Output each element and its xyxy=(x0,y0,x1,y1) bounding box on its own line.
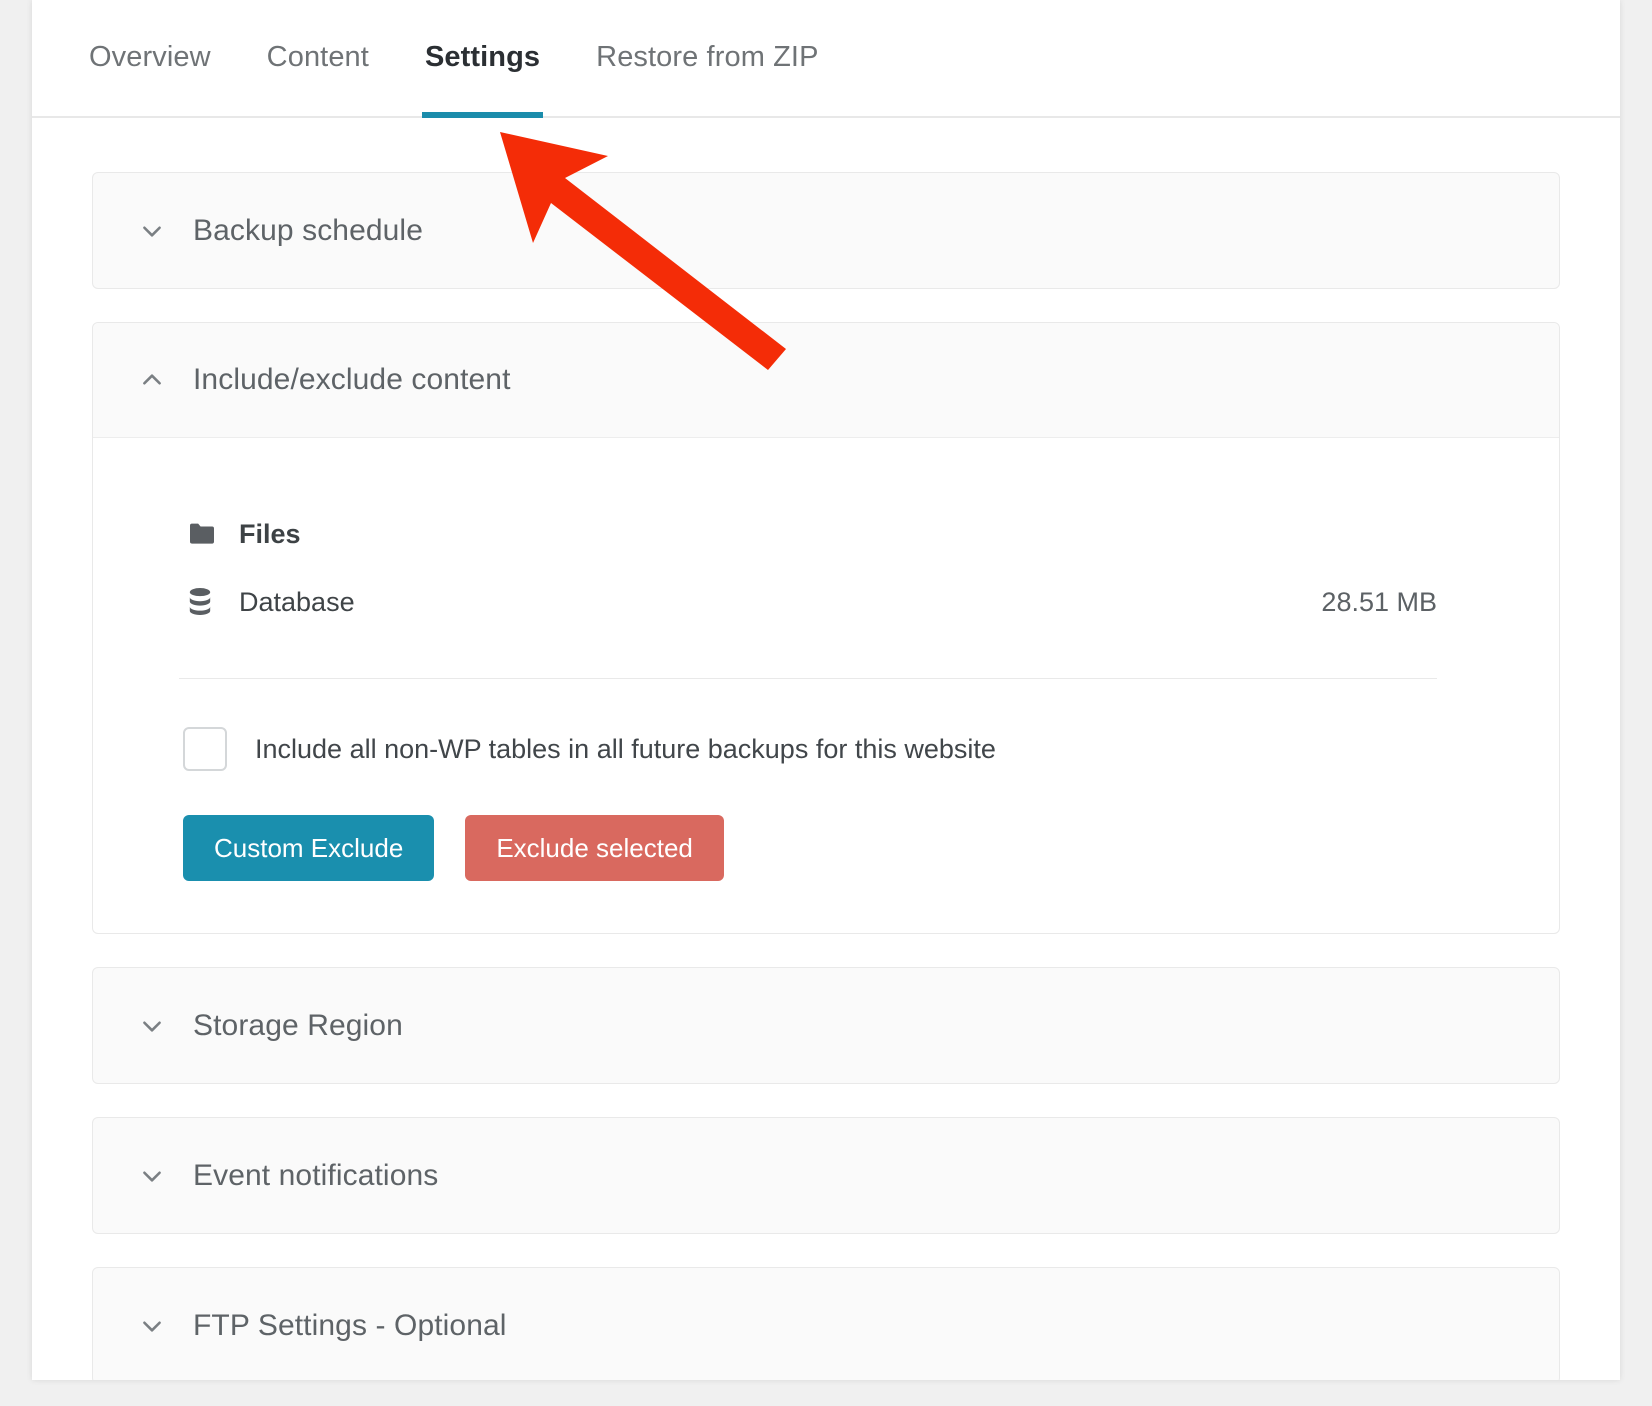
tab-bar: Overview Content Settings Restore from Z… xyxy=(32,0,1620,118)
exclude-selected-button[interactable]: Exclude selected xyxy=(465,815,724,881)
section-event-notifications-header[interactable]: Event notifications xyxy=(93,1118,1559,1233)
tab-overview-label: Overview xyxy=(89,41,211,73)
tab-content[interactable]: Content xyxy=(267,43,369,116)
section-ftp-settings: FTP Settings - Optional xyxy=(92,1267,1560,1380)
include-non-wp-tables-checkbox[interactable] xyxy=(183,727,227,771)
include-non-wp-tables-row: Include all non-WP tables in all future … xyxy=(153,727,1499,771)
include-non-wp-tables-label: Include all non-WP tables in all future … xyxy=(255,733,996,764)
section-storage-region: Storage Region xyxy=(92,967,1560,1084)
content-row-database-size: 28.51 MB xyxy=(1321,586,1437,617)
section-backup-schedule: Backup schedule xyxy=(92,172,1560,289)
section-storage-region-header[interactable]: Storage Region xyxy=(93,968,1559,1083)
tab-overview[interactable]: Overview xyxy=(89,43,211,116)
section-ftp-settings-title: FTP Settings - Optional xyxy=(193,1308,507,1342)
section-include-exclude-content-header[interactable]: Include/exclude content xyxy=(93,323,1559,438)
section-backup-schedule-header[interactable]: Backup schedule xyxy=(93,173,1559,288)
include-exclude-body: Files Database 28.51 MB Include all non-… xyxy=(93,438,1559,933)
tab-settings-label: Settings xyxy=(424,41,541,73)
chevron-down-icon xyxy=(139,1163,165,1189)
tab-restore-from-zip-label: Restore from ZIP xyxy=(596,41,819,73)
folder-icon xyxy=(187,522,217,546)
section-storage-region-title: Storage Region xyxy=(193,1008,403,1042)
section-event-notifications-title: Event notifications xyxy=(193,1158,439,1192)
content-divider xyxy=(179,678,1437,679)
section-include-exclude-content: Include/exclude content Files Database 2… xyxy=(92,322,1560,934)
tab-settings[interactable]: Settings xyxy=(421,41,544,118)
custom-exclude-button[interactable]: Custom Exclude xyxy=(183,815,435,881)
content-row-database-label: Database xyxy=(239,586,355,617)
content-row-files-label: Files xyxy=(239,518,301,549)
settings-sections: Backup schedule Include/exclude content … xyxy=(32,118,1620,1380)
chevron-up-icon xyxy=(139,367,165,393)
chevron-down-icon xyxy=(139,1013,165,1039)
database-icon xyxy=(187,588,217,616)
content-row-files[interactable]: Files xyxy=(153,500,1499,568)
section-backup-schedule-title: Backup schedule xyxy=(193,213,423,247)
section-ftp-settings-header[interactable]: FTP Settings - Optional xyxy=(93,1268,1559,1380)
settings-page-card: Overview Content Settings Restore from Z… xyxy=(32,0,1620,1380)
section-include-exclude-content-title: Include/exclude content xyxy=(193,363,511,396)
tab-restore-from-zip[interactable]: Restore from ZIP xyxy=(596,43,818,116)
tab-list: Overview Content Settings Restore from Z… xyxy=(89,0,1620,118)
exclude-button-row: Custom Exclude Exclude selected xyxy=(153,815,1499,881)
tab-content-label: Content xyxy=(266,41,369,73)
section-event-notifications: Event notifications xyxy=(92,1117,1560,1234)
chevron-down-icon xyxy=(139,218,165,244)
content-row-database[interactable]: Database 28.51 MB xyxy=(153,568,1499,636)
chevron-down-icon xyxy=(139,1313,165,1339)
